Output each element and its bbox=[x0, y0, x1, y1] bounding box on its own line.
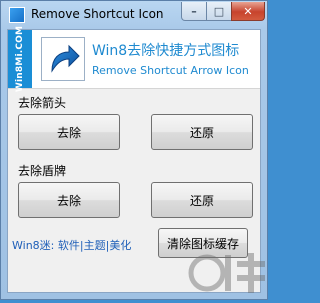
remove-shield-button[interactable]: 去除 bbox=[18, 182, 120, 218]
close-button[interactable]: ✕ bbox=[231, 2, 265, 21]
maximize-button[interactable]: □ bbox=[206, 2, 232, 21]
shortcut-arrow-icon bbox=[41, 37, 85, 81]
link-beautify[interactable]: 美化 bbox=[109, 239, 131, 252]
app-icon bbox=[9, 7, 25, 23]
shield-group-label: 去除盾牌 bbox=[18, 164, 67, 178]
banner: Win8Mi.COM Win8去除快捷方式图标 Remove Shortcut … bbox=[8, 26, 260, 92]
window-title: Remove Shortcut Icon bbox=[31, 7, 164, 21]
site-strip: Win8Mi.COM bbox=[8, 26, 32, 92]
title-bar: Remove Shortcut Icon – □ ✕ bbox=[1, 1, 267, 29]
site-strip-text: Win8Mi.COM bbox=[15, 25, 25, 93]
link-software[interactable]: 软件 bbox=[58, 239, 80, 252]
banner-subtitle: Remove Shortcut Arrow Icon bbox=[92, 64, 249, 77]
restore-arrow-button[interactable]: 还原 bbox=[151, 114, 253, 150]
link-win8mi[interactable]: Win8迷 bbox=[12, 239, 51, 252]
minimize-button[interactable]: – bbox=[181, 2, 207, 21]
maximize-icon: □ bbox=[213, 4, 225, 18]
close-icon: ✕ bbox=[243, 4, 253, 18]
banner-title: Win8去除快捷方式图标 bbox=[92, 43, 240, 59]
footer-links: Win8迷: 软件|主题|美化 bbox=[12, 239, 132, 252]
minimize-icon: – bbox=[191, 4, 197, 18]
clear-icon-cache-button[interactable]: 清除图标缓存 bbox=[158, 228, 248, 258]
restore-shield-button[interactable]: 还原 bbox=[151, 182, 253, 218]
arrow-group-label: 去除箭头 bbox=[18, 96, 67, 110]
app-window: Remove Shortcut Icon – □ ✕ Win8Mi.COM Wi… bbox=[0, 0, 268, 300]
link-themes[interactable]: 主题 bbox=[84, 239, 106, 252]
remove-arrow-button[interactable]: 去除 bbox=[18, 114, 120, 150]
